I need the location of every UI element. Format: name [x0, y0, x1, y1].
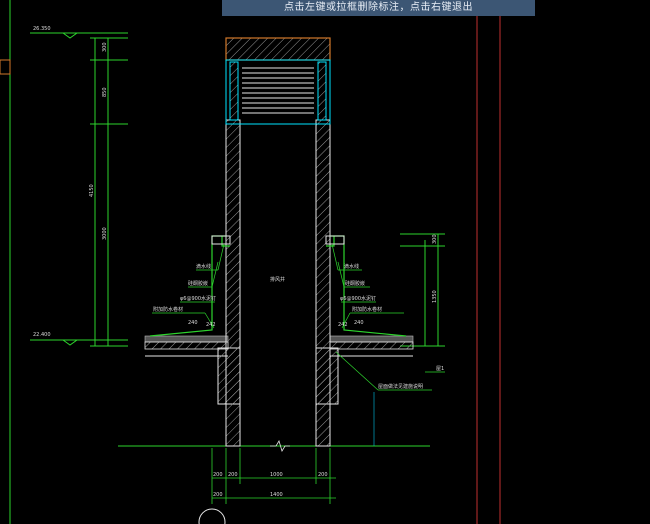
- elevation-top-label: 26.350: [33, 26, 51, 32]
- dim-3000-left: 3000: [102, 227, 108, 240]
- louver-side-right: [317, 61, 327, 121]
- shaft-wall-right: [315, 119, 331, 447]
- roof-slab-right: [329, 335, 414, 357]
- louver-frame: [225, 59, 331, 125]
- dim-200-a: 200: [213, 472, 223, 478]
- louver-side-left: [229, 61, 239, 121]
- dim-1400: 1400: [270, 492, 283, 498]
- note-left-sealant: 硅酮胶嵌: [188, 280, 208, 287]
- louver-blades: [242, 67, 314, 114]
- note-left-nail: φ6@900水泥钉: [180, 295, 216, 302]
- dim-300-left: 300: [102, 42, 108, 52]
- note-right-240: 240: [354, 320, 364, 326]
- note-right-drip: 滴水线: [344, 263, 359, 270]
- cad-drawing-canvas[interactable]: 26.350 22.400 300 850 4150 3000 300 1350: [0, 0, 650, 524]
- shaft-wall-left: [225, 119, 241, 447]
- dim-200-d: 200: [213, 492, 223, 498]
- status-hint-bar: 点击左键或拉框删除标注，点击右键退出: [222, 0, 535, 16]
- callout-roof-note: 屋面做法见建施说明: [378, 383, 423, 390]
- elevation-bottom: 22.400: [30, 332, 128, 346]
- note-left-drip: 滴水线: [196, 263, 211, 270]
- note-left-membrane: 附加防水卷材: [153, 306, 183, 313]
- note-right-242: 242: [338, 322, 348, 328]
- dim-1000: 1000: [270, 472, 283, 478]
- dim-200-b: 200: [228, 472, 238, 478]
- elevation-bottom-label: 22.400: [33, 332, 51, 338]
- note-right-nail: φ6@900水泥钉: [340, 295, 376, 302]
- note-right-sealant: 硅酮胶嵌: [345, 280, 365, 287]
- elevation-top: 26.350: [30, 26, 128, 39]
- left-dimension-chain: [90, 37, 128, 347]
- leaders-right: [331, 243, 404, 329]
- note-right-membrane: 附加防水卷材: [352, 306, 382, 313]
- dim-1350-right: 1350: [432, 290, 438, 303]
- shaft-label: 排风井: [270, 276, 285, 283]
- dim-200-c: 200: [318, 472, 328, 478]
- callout-roof-tag: 屋1: [436, 366, 444, 372]
- note-left-240: 240: [188, 320, 198, 326]
- dim-300-right: 300: [432, 234, 438, 244]
- left-edge-mark: [0, 59, 11, 75]
- callout-right: [335, 351, 445, 446]
- dim-850-left: 850: [102, 87, 108, 97]
- shaft-cap: [225, 37, 331, 61]
- roof-slab-left: [144, 335, 229, 357]
- flashing-right: [326, 235, 407, 337]
- note-left-242: 242: [206, 322, 216, 328]
- right-dimension-chain: [400, 233, 445, 347]
- axis-bubble: [198, 508, 226, 524]
- dim-4150-left: 4150: [89, 184, 95, 197]
